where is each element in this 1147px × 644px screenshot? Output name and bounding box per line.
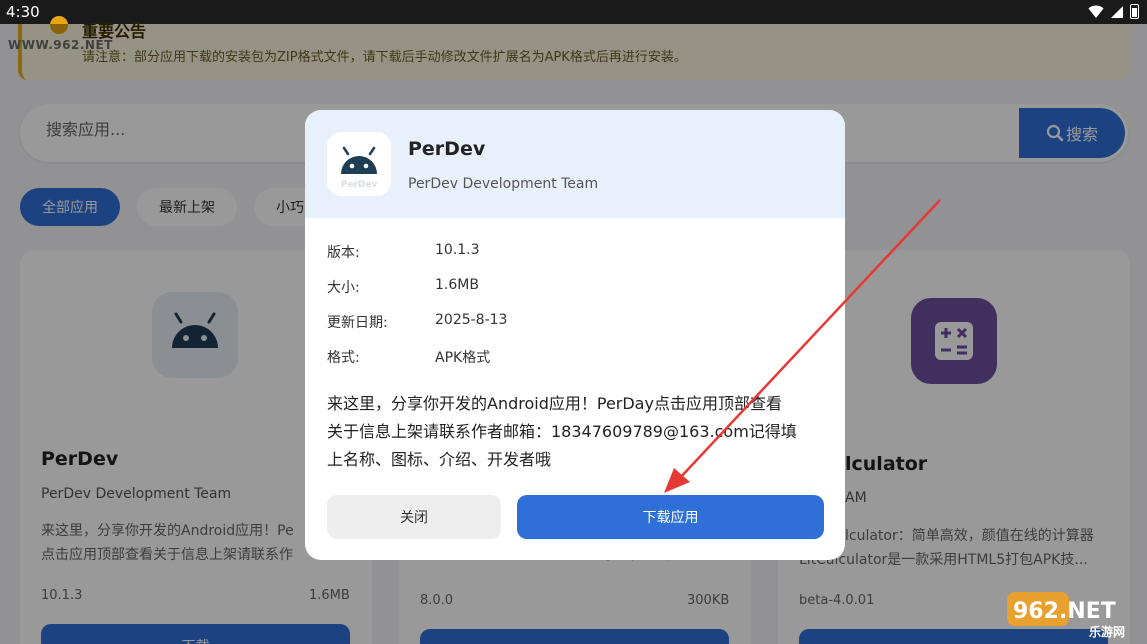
info-label: 更新日期: <box>327 315 388 331</box>
info-value: 2025-8-13 <box>435 312 508 328</box>
info-value: 1.6MB <box>435 277 479 293</box>
description-line: 来这里，分享你开发的Android应用！PerDay点击应用顶部查看 <box>327 394 782 413</box>
watermark-sub-text: 乐游网 <box>1089 624 1125 639</box>
wifi-icon <box>1088 5 1104 18</box>
info-label: 格式: <box>327 350 360 366</box>
description-line: 关于信息上架请联系作者邮箱：18347609789@163.com记得填 <box>327 422 797 441</box>
dialog-app-name: PerDev <box>408 138 486 160</box>
close-button[interactable]: 关闭 <box>327 495 501 539</box>
icon-logo-text: PerDev <box>341 180 378 190</box>
info-value: 10.1.3 <box>435 242 480 258</box>
watermark-logo-text: 962.NET <box>1013 599 1116 624</box>
description-line: 上名称、图标、介绍、开发者哦 <box>327 450 552 469</box>
android-icon: PerDev <box>327 132 391 196</box>
app-detail-dialog: PerDev PerDev PerDev Development Team 版本… <box>305 110 845 560</box>
dialog-developer: PerDev Development Team <box>408 176 599 192</box>
dialog-description: 来这里，分享你开发的Android应用！PerDay点击应用顶部查看 关于信息上… <box>327 390 827 474</box>
watermark-logo-icon: 962.NET 乐游网 <box>1007 592 1125 639</box>
status-time: 4:30 <box>6 3 40 21</box>
status-bar: 4:30 <box>0 0 1147 24</box>
battery-icon <box>1130 4 1139 19</box>
dialog-header: PerDev PerDev PerDev Development Team <box>305 110 845 218</box>
info-value: APK格式 <box>435 350 491 366</box>
status-icons <box>1088 4 1139 19</box>
info-label: 大小: <box>327 280 360 296</box>
signal-icon <box>1111 5 1123 18</box>
info-label: 版本: <box>327 245 360 261</box>
download-app-button[interactable]: 下载应用 <box>517 495 824 539</box>
